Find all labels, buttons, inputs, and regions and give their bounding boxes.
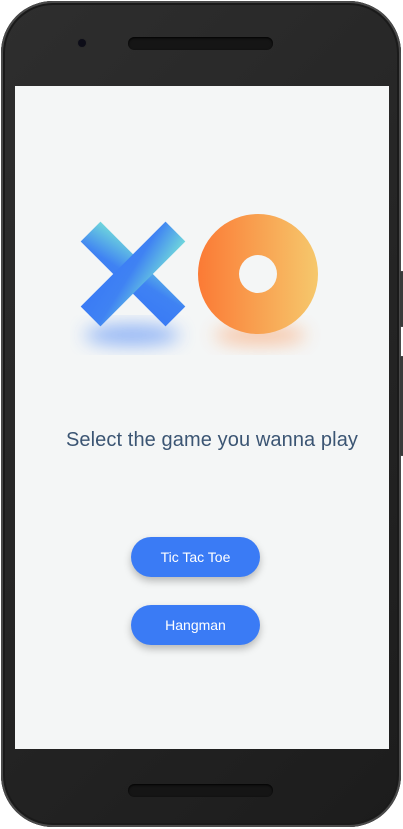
top-speaker [128,37,273,50]
x-mark-icon [80,221,186,327]
x-shadow [84,325,180,345]
app-screen: Select the game you wanna play Tic Tac T… [15,86,389,749]
xo-logo [80,214,318,345]
bottom-speaker [128,784,273,797]
hangman-button[interactable]: Hangman [131,605,260,645]
page-title: Select the game you wanna play [65,429,359,451]
o-ring-icon [198,214,318,334]
front-camera [78,39,86,47]
phone-frame: Select the game you wanna play Tic Tac T… [1,1,403,827]
tic-tac-toe-button[interactable]: Tic Tac Toe [131,537,260,577]
